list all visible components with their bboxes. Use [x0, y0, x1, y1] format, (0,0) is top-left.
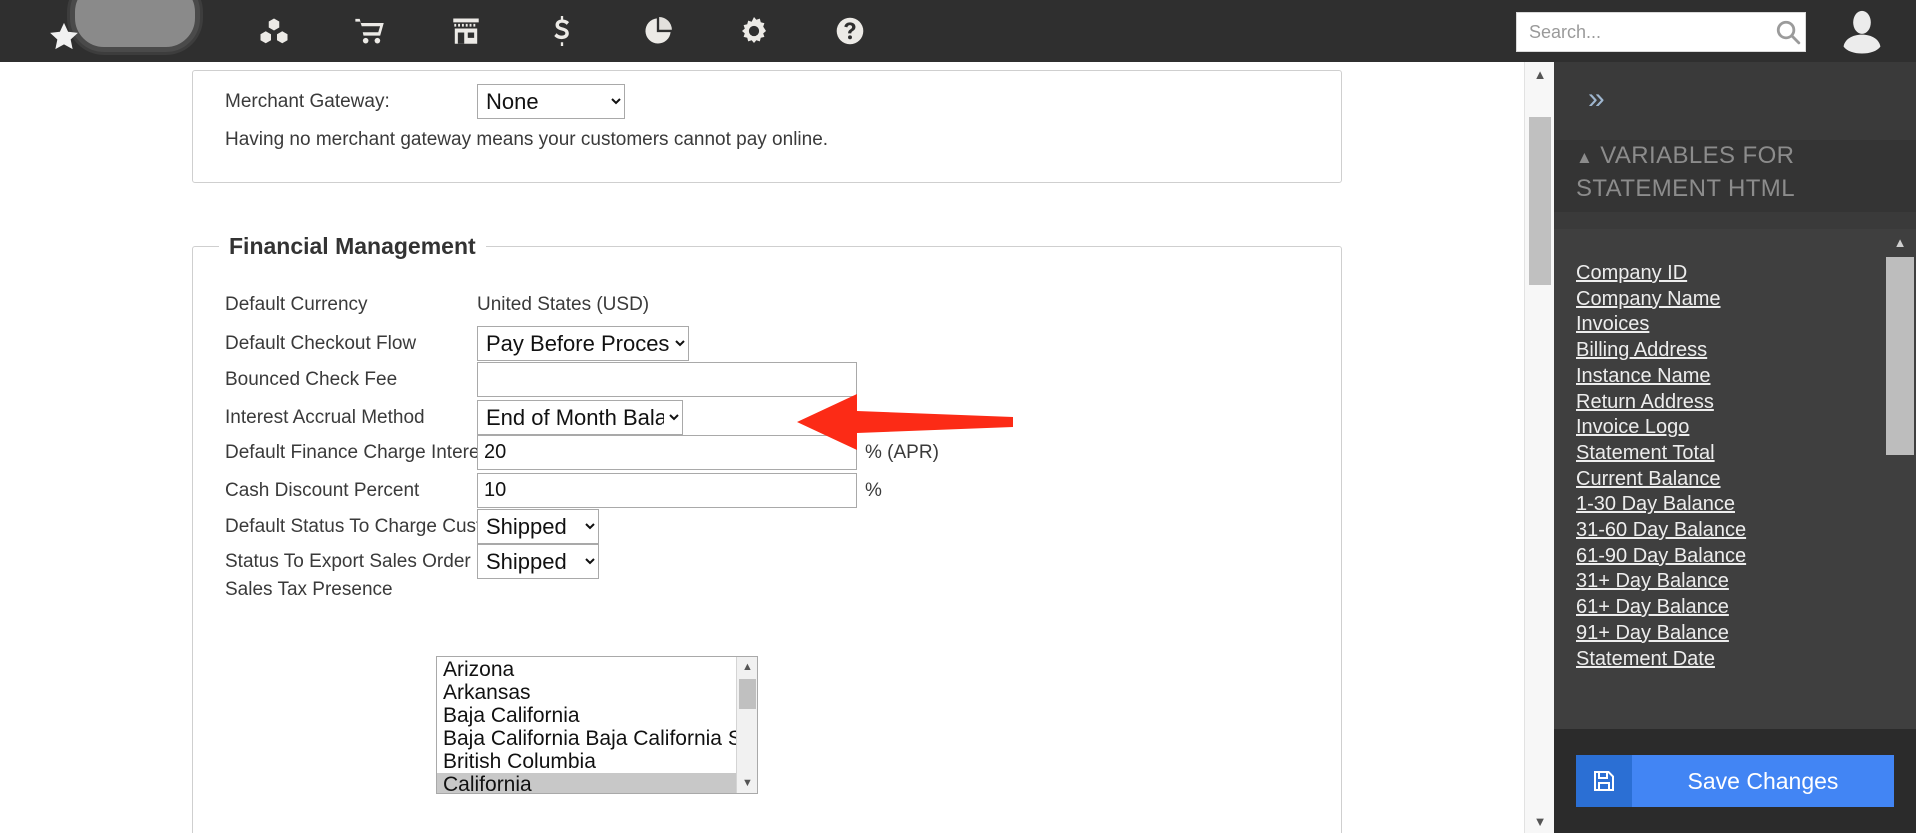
- user-avatar-icon[interactable]: [1838, 8, 1886, 56]
- shopping-cart-icon: [354, 17, 386, 45]
- sidebar-variable-link[interactable]: 1-30 Day Balance: [1576, 492, 1884, 518]
- finance-charge-unit-label: % (APR): [865, 441, 939, 463]
- gear-icon: [740, 17, 768, 45]
- save-bar: Save Changes: [1554, 729, 1916, 833]
- default-currency-value: United States (USD): [477, 294, 650, 315]
- page-scroll-down-icon[interactable]: ▼: [1525, 809, 1554, 833]
- default-currency-label: Default Currency: [225, 294, 368, 315]
- listbox-scrollbar[interactable]: ▲ ▼: [736, 657, 757, 793]
- nav-item-reports[interactable]: [610, 0, 706, 62]
- main-content-area: Merchant Gateway: None Having no merchan…: [0, 62, 1554, 833]
- merchant-gateway-label: Merchant Gateway:: [225, 90, 390, 112]
- cubes-icon: [259, 17, 289, 45]
- sidebar-scroll-thumb[interactable]: [1886, 257, 1914, 455]
- nav-item-store[interactable]: [418, 0, 514, 62]
- sidebar-variable-link[interactable]: Invoices: [1576, 312, 1884, 338]
- default-finance-charge-interest-rate-input[interactable]: [477, 435, 857, 470]
- cash-discount-unit-label: %: [865, 479, 882, 501]
- sidebar-variable-link[interactable]: 61-90 Day Balance: [1576, 544, 1884, 570]
- sales-tax-option[interactable]: California: [437, 773, 736, 793]
- bounced-check-fee-label: Bounced Check Fee: [225, 368, 398, 390]
- listbox-scroll-down-icon[interactable]: ▼: [737, 773, 757, 793]
- save-changes-label: Save Changes: [1687, 767, 1839, 794]
- nav-item-help[interactable]: [802, 0, 898, 62]
- sidebar-variable-link[interactable]: Company Name: [1576, 287, 1884, 313]
- brand-logo[interactable]: [70, 0, 200, 52]
- search-icon[interactable]: [1771, 19, 1805, 45]
- sales-tax-option-list[interactable]: Arizona Arkansas Baja California Baja Calif…: [437, 657, 736, 793]
- merchant-gateway-select[interactable]: None: [477, 84, 625, 119]
- sidebar-variable-link[interactable]: Billing Address: [1576, 338, 1884, 364]
- truncated-help-text: [436, 818, 441, 833]
- sidebar-variable-link[interactable]: Return Address: [1576, 390, 1884, 416]
- sales-tax-option[interactable]: British Columbia: [437, 750, 736, 773]
- sales-tax-presence-label: Sales Tax Presence: [225, 579, 393, 600]
- sidebar-scrollbar[interactable]: ▲ ▼: [1884, 229, 1916, 789]
- listbox-scroll-up-icon[interactable]: ▲: [737, 657, 757, 677]
- interest-accrual-method-label: Interest Accrual Method: [225, 406, 425, 428]
- top-navigation-bar: [0, 0, 1916, 62]
- listbox-scroll-thumb[interactable]: [739, 679, 756, 709]
- nav-item-products[interactable]: [226, 0, 322, 62]
- sidebar-section-title: VARIABLES FOR STATEMENT HTML: [1576, 142, 1795, 202]
- sales-tax-option[interactable]: Baja California Baja California Sur: [437, 727, 736, 750]
- store-icon: [452, 17, 480, 45]
- default-status-to-charge-customers-label: Default Status To Charge Customers: [225, 515, 535, 537]
- chevron-up-icon[interactable]: ▲: [1576, 142, 1593, 173]
- nav-item-orders[interactable]: [322, 0, 418, 62]
- bounced-check-fee-input[interactable]: [477, 362, 857, 397]
- merchant-gateway-help-text: Having no merchant gateway means your cu…: [225, 129, 829, 150]
- sidebar-variable-link[interactable]: 61+ Day Balance: [1576, 595, 1884, 621]
- status-to-export-sales-order-label: Status To Export Sales Order: [225, 550, 471, 572]
- help-circle-icon: [836, 17, 864, 45]
- star-icon: [47, 20, 81, 54]
- financial-management-legend: Financial Management: [219, 233, 486, 260]
- merchant-gateway-fieldset: Merchant Gateway: None Having no merchan…: [192, 70, 1342, 183]
- sidebar-variable-link[interactable]: 91+ Day Balance: [1576, 621, 1884, 647]
- sidebar-variable-link[interactable]: Current Balance: [1576, 467, 1884, 493]
- sales-tax-option[interactable]: Arkansas: [437, 681, 736, 704]
- sidebar-variable-link[interactable]: Company ID: [1576, 261, 1884, 287]
- nav-item-settings[interactable]: [706, 0, 802, 62]
- search-input[interactable]: [1517, 14, 1771, 50]
- status-to-export-sales-order-select[interactable]: Shipped: [477, 544, 599, 579]
- chevron-double-right-icon[interactable]: »: [1588, 84, 1605, 114]
- save-changes-button[interactable]: Save Changes: [1576, 755, 1894, 807]
- sidebar-variable-links: Company ID Company Name Invoices Billing Ad…: [1554, 229, 1884, 789]
- default-status-to-charge-customers-select[interactable]: Shipped: [477, 509, 599, 544]
- page-scroll-thumb[interactable]: [1529, 117, 1551, 285]
- sidebar-variable-link[interactable]: 31+ Day Balance: [1576, 569, 1884, 595]
- sales-tax-option[interactable]: Baja California: [437, 704, 736, 727]
- dollar-icon: [551, 16, 573, 46]
- sidebar-variable-link[interactable]: 31-60 Day Balance: [1576, 518, 1884, 544]
- sidebar-variable-link[interactable]: Invoice Logo: [1576, 415, 1884, 441]
- cash-discount-percent-input[interactable]: [477, 473, 857, 508]
- sidebar-variable-link[interactable]: Instance Name: [1576, 364, 1884, 390]
- default-checkout-flow-select[interactable]: Pay Before Processing: [477, 326, 689, 361]
- sidebar-section-header-inner: ▲ VARIABLES FOR STATEMENT HTML: [1576, 140, 1894, 204]
- cash-discount-percent-label: Cash Discount Percent: [225, 479, 420, 501]
- nav-icon-group: [130, 0, 898, 62]
- sidebar-section-header[interactable]: ▲ VARIABLES FOR STATEMENT HTML: [1554, 140, 1916, 212]
- pie-chart-icon: [644, 17, 672, 45]
- sidebar-variable-link[interactable]: Statement Date: [1576, 647, 1884, 673]
- sales-tax-presence-listbox[interactable]: Arizona Arkansas Baja California Baja Calif…: [436, 656, 758, 794]
- sidebar-scroll-up-icon[interactable]: ▲: [1884, 229, 1916, 255]
- sales-tax-option[interactable]: Arizona: [437, 658, 736, 681]
- right-sidebar: » ▲ VARIABLES FOR STATEMENT HTML Company …: [1554, 62, 1916, 833]
- save-floppy-icon: [1576, 755, 1632, 807]
- search-box[interactable]: [1516, 12, 1806, 52]
- page-scrollbar[interactable]: ▲ ▼: [1524, 62, 1554, 833]
- interest-accrual-method-select[interactable]: End of Month Balance: [477, 400, 683, 435]
- default-finance-charge-interest-rate-label: Default Finance Charge Interest Rate: [225, 441, 540, 463]
- nav-item-billing[interactable]: [514, 0, 610, 62]
- page-scroll-up-icon[interactable]: ▲: [1525, 62, 1554, 86]
- default-checkout-flow-label: Default Checkout Flow: [225, 332, 417, 354]
- sidebar-variable-link[interactable]: Statement Total: [1576, 441, 1884, 467]
- financial-management-fieldset: Financial Management Default Currency Un…: [192, 233, 1342, 833]
